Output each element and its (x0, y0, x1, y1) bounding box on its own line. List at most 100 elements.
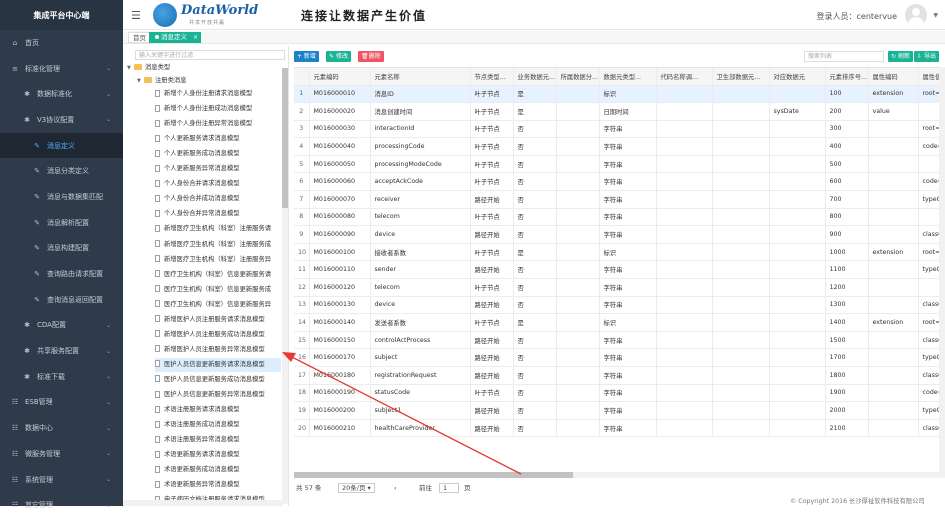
tree-root-node[interactable]: ▼ 消息类型 (127, 61, 170, 75)
page-size-select[interactable]: 20条/页 ▾ (338, 482, 375, 495)
tree-item[interactable]: 个人身份合并异常消息模型 (155, 207, 281, 221)
tree-item[interactable]: 医护人员信息更新服务异常消息模型 (155, 388, 281, 402)
table-row[interactable]: 19 M016000200 subject1 路径开始否字符串 2000 typeCo (294, 401, 945, 420)
sidebar-item[interactable]: ✱ 共享服务配置 ⌄ (0, 338, 123, 364)
tree-scrollbar[interactable] (282, 68, 288, 504)
column-header[interactable]: 节点类型... (470, 68, 514, 86)
delete-button[interactable]: 🗑删除 (358, 51, 384, 62)
table-row[interactable]: 15 M016000150 controlActProcess 路径开始否 字符串 150… (294, 331, 945, 350)
sidebar-item[interactable]: ⌂ 首页 (0, 30, 123, 56)
column-header[interactable]: 所属数据分... (556, 68, 600, 86)
chevron-down-icon[interactable]: ▼ (933, 12, 938, 19)
tab-message-definition[interactable]: 消息定义 × (149, 32, 201, 43)
table-row[interactable]: 1M016000010消息ID叶子节点是标识100extensionroot="… (294, 85, 945, 104)
tree-group-node[interactable]: ▼ 注册类消息 (137, 74, 186, 88)
sidebar-item[interactable]: ✱ V3协议配置 ⌄ (0, 107, 123, 133)
sidebar-item[interactable]: ✱ 数据标准化 ⌄ (0, 81, 123, 107)
prev-page-button[interactable]: ‹ (394, 482, 397, 495)
collapse-icon[interactable]: ▼ (137, 74, 144, 88)
column-header[interactable]: 业务数据元... (513, 68, 557, 86)
refresh-button[interactable]: ↻ 刷新 (888, 51, 913, 62)
sidebar-item[interactable]: ☷ 微服务管理 ⌄ (0, 441, 123, 467)
sidebar-item[interactable]: ☷ 系统管理 ⌄ (0, 467, 123, 493)
tree-item[interactable]: 个人更新服务请求消息模型 (155, 132, 281, 146)
sidebar-item[interactable]: ✎ 消息分类定义 (0, 158, 123, 184)
tree-item[interactable]: 个人更新服务异常消息模型 (155, 162, 281, 176)
grid-scrollbar-thumb[interactable] (294, 472, 573, 478)
table-row[interactable]: 8 M016000080 telecom 叶子节点否 字符串 800 (294, 208, 945, 227)
tree-item[interactable]: 医疗卫生机构（科室）信息更新服务成 (155, 283, 281, 297)
table-row[interactable]: 9 M016000090 device 路径开始否字符串 900 classCo (294, 225, 945, 244)
tree-item[interactable]: 术语注册服务异常消息模型 (155, 433, 281, 447)
column-header[interactable]: 对应数据元 (769, 68, 826, 86)
collapse-icon[interactable]: ▼ (127, 61, 134, 75)
tree-item[interactable]: 新增医护人员注册服务成功消息模型 (155, 328, 281, 342)
sidebar-item[interactable]: ✎ 消息解析配置 (0, 210, 123, 236)
sidebar-item[interactable]: ≡ 标准化管理 ⌄ (0, 56, 123, 82)
grid-filter-input[interactable]: 搜索列表 (804, 51, 884, 62)
tree-item[interactable]: 新增医疗卫生机构（科室）注册服务请 (155, 222, 281, 236)
tree-item[interactable]: 新增个人身份注册异常消息模型 (155, 117, 281, 131)
column-header[interactable]: 元素排序号... (825, 68, 869, 86)
table-row[interactable]: 5 M016000050 processingModeCode 叶子节点否 字符串 500 (294, 155, 945, 174)
tree-item[interactable]: 新增医疗卫生机构（科室）注册服务成 (155, 238, 281, 252)
column-header[interactable]: 元素编码 (309, 68, 371, 86)
tree-item[interactable]: 新增医疗卫生机构（科室）注册服务异 (155, 253, 281, 267)
table-row[interactable]: 4 M016000040 processingCode 叶子节点否字符串 400 code… (294, 137, 945, 156)
tree-item[interactable]: 新增医护人员注册服务异常消息模型 (155, 343, 281, 357)
column-header[interactable]: 数据元类型... (599, 68, 657, 86)
tab-home[interactable]: 首页 (128, 32, 151, 43)
menu-toggle-icon[interactable]: ☰ (131, 9, 141, 22)
sidebar-item[interactable]: ✎ 消息与数据集匹配 (0, 184, 123, 210)
tree-item[interactable]: 医疗卫生机构（科室）信息更新服务请 (155, 268, 281, 282)
table-row[interactable]: 13 M016000130 device 路径开始否字符串 1300 classCo (294, 296, 945, 315)
tree-item[interactable]: 个人身份合并成功消息模型 (155, 192, 281, 206)
table-row[interactable]: 6M016000060acceptAckCode叶子节点否字符串600code=… (294, 172, 945, 192)
tree-item[interactable]: 术语更新服务请求消息模型 (155, 448, 281, 462)
table-row[interactable]: 7 M016000070 receiver 路径开始否字符串 700 typeCo (294, 190, 945, 209)
tree-item[interactable]: 新增个人身份注册成功消息模型 (155, 102, 281, 116)
column-header[interactable]: 属性编码 (868, 68, 919, 86)
column-header[interactable]: 卫生部数据元... (712, 68, 770, 86)
tree-scrollbar-thumb[interactable] (282, 68, 288, 208)
sidebar-item[interactable]: ✎ 消息定义 (0, 132, 123, 159)
table-row[interactable]: 20 M016000210 healthCareProvider 路径开始否 字符串 21… (294, 419, 945, 438)
column-header[interactable] (294, 68, 310, 86)
sidebar-item[interactable]: ☷ 数据中心 ⌄ (0, 415, 123, 441)
table-row[interactable]: 14 M016000140 发送者系数 叶子节点是标识 1400 extension roo… (294, 313, 945, 332)
table-row[interactable]: 2 M016000020 消息创建时间 叶子节点是 日期时间 sysDate 200 valu… (294, 102, 945, 121)
tree-item[interactable]: 新增个人身份注册请求消息模型 (155, 87, 281, 101)
table-row[interactable]: 16 M016000170 subject 路径开始否字符串 1700 typeCo (294, 348, 945, 367)
tree-item[interactable]: 医护人员信息更新服务请求消息模型 (155, 357, 281, 372)
sidebar-item[interactable]: ✱ 标准下载 ⌄ (0, 364, 123, 390)
table-row[interactable]: 18M016000190statusCode叶子节点否字符串1900code="… (294, 384, 945, 403)
tree-item[interactable]: 个人身份合并请求消息模型 (155, 177, 281, 191)
sidebar-item[interactable]: ☷ ESB管理 ⌄ (0, 390, 123, 416)
export-button[interactable]: ⇩ 导出 (914, 51, 939, 62)
page-input[interactable]: 1 (439, 482, 459, 495)
tree-item[interactable]: 个人更新服务成功消息模型 (155, 147, 281, 161)
table-row[interactable]: 17 M016000180 registrationRequest 路径开始否 字符串 1… (294, 366, 945, 385)
table-row[interactable]: 11 M016000110 sender 路径开始否字符串 1100 typeCo (294, 260, 945, 280)
table-row[interactable]: 3 M016000030 interactionId 叶子节点否字符串 300 root=… (294, 120, 945, 139)
table-row[interactable]: 12 M016000120 telecom 叶子节点否 字符串 1200 (294, 278, 945, 297)
tree-search-input[interactable]: 输入关键字进行过滤 (135, 50, 285, 60)
sidebar-item[interactable]: ✎ 消息构建配置 (0, 236, 123, 262)
sidebar-item[interactable]: ✎ 查询路由请求配置 (0, 261, 123, 287)
grid-vertical-scrollbar[interactable] (939, 67, 945, 472)
sidebar-item[interactable]: ✎ 查询消息返回配置 (0, 287, 123, 313)
sidebar-item[interactable]: ☷ 其它管理 ⌄ (0, 492, 123, 518)
tree-item[interactable]: 术语注册服务成功消息模型 (155, 418, 281, 432)
column-header[interactable]: 元素名称 (370, 68, 471, 86)
tree-horizontal-scrollbar[interactable] (123, 500, 283, 506)
tree-item[interactable]: 术语注册服务请求消息模型 (155, 403, 281, 417)
table-row[interactable]: 10 M016000100 接收者系数 叶子节点是标识 1000 extension roo… (294, 243, 945, 262)
avatar[interactable] (905, 4, 927, 26)
close-icon[interactable]: × (193, 32, 198, 43)
tree-item[interactable]: 医护人员信息更新服务成功消息模型 (155, 373, 281, 387)
tree-item[interactable]: 医疗卫生机构（科室）信息更新服务异 (155, 298, 281, 312)
tree-item[interactable]: 术语更新服务异常消息模型 (155, 478, 281, 492)
add-button[interactable]: + 新增 (294, 51, 319, 62)
tree-item[interactable]: 术语更新服务成功消息模型 (155, 463, 281, 477)
sidebar-item[interactable]: ✱ CDA配置 ⌄ (0, 313, 123, 339)
